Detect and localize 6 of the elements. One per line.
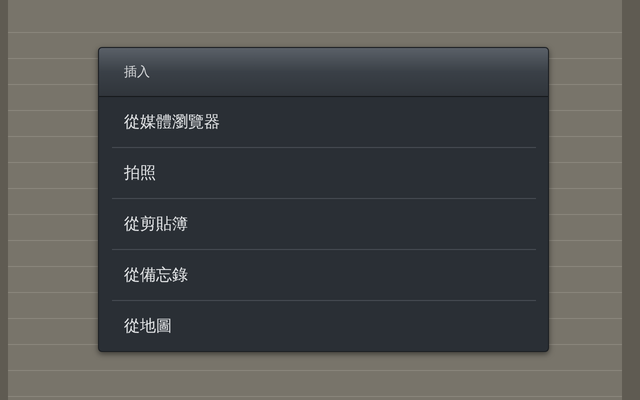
menu-item[interactable]: 從地圖 bbox=[124, 316, 172, 336]
menu-item[interactable]: 拍照 bbox=[124, 162, 156, 184]
dialog-title: 插入 bbox=[124, 64, 150, 81]
menu-item[interactable]: 從備忘錄 bbox=[124, 264, 188, 286]
menu-item[interactable]: 從媒體瀏覽器 bbox=[124, 112, 220, 132]
menu-item[interactable]: 從剪貼簿 bbox=[124, 214, 188, 234]
